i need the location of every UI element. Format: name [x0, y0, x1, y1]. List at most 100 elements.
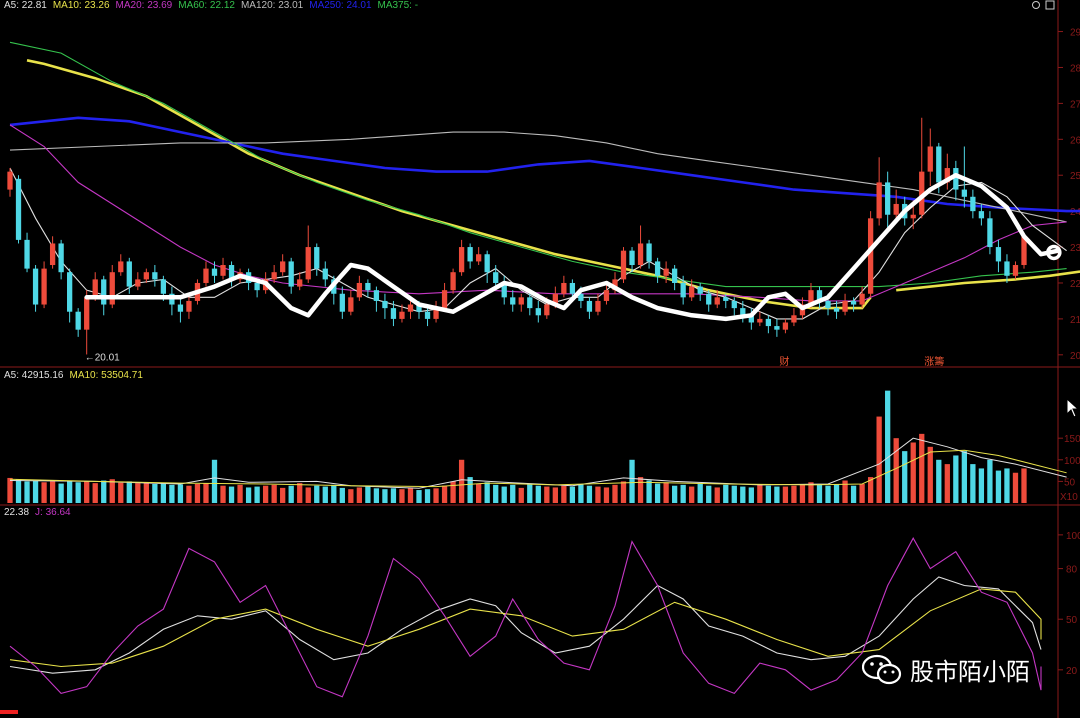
candle [271, 272, 277, 280]
candle [885, 182, 891, 215]
volume-bar [885, 390, 891, 503]
candle [893, 203, 899, 215]
volume-bar [143, 482, 149, 503]
candle [365, 282, 371, 291]
volume-bar [757, 484, 763, 503]
ma-line-ma20 [9, 124, 1067, 302]
volume-tick-label: 100 [1064, 456, 1080, 467]
event-label: 涨籌 [924, 355, 944, 368]
volume-bar [228, 486, 235, 503]
watermark: 股市陌小陌 [862, 652, 1030, 687]
price-tick-label: 21 [1070, 315, 1080, 326]
volume-bar [254, 486, 260, 503]
candle [663, 268, 669, 276]
volume-bar [390, 488, 397, 503]
volume-tick-label: 50 [1064, 477, 1076, 488]
candle [569, 282, 576, 294]
volume-bar [586, 485, 593, 503]
volume-bar [365, 486, 371, 503]
volume-bar [654, 483, 661, 503]
candle [177, 304, 184, 312]
candle [970, 196, 976, 212]
price-tick-label: 25 [1070, 171, 1080, 182]
volume-bar [297, 483, 303, 503]
volume-bar [15, 479, 22, 503]
volume-bar [126, 481, 132, 503]
volume-bar [373, 488, 380, 503]
volume-bar [706, 485, 712, 503]
volume-bar [825, 485, 831, 503]
volume-bar [407, 487, 414, 503]
volume-bar [280, 487, 286, 503]
kdj-tick-label: 50 [1066, 615, 1078, 626]
volume-bar [510, 484, 516, 503]
volume-bar [169, 484, 175, 503]
volume-bar [816, 484, 823, 503]
volume-legend-ma10: MA10: 53504.71 [69, 370, 143, 381]
volume-bar [791, 485, 797, 503]
volume-bar [84, 481, 90, 503]
price-legend-ma10: MA10: 23.26 [52, 0, 110, 11]
volume-bar [953, 455, 959, 503]
candle [995, 247, 1002, 262]
volume-bar [322, 486, 328, 503]
volume-bar [314, 485, 320, 503]
candle [476, 254, 482, 262]
volume-bar [961, 451, 967, 503]
volume-bar [271, 484, 277, 503]
price-tick-label: 29 [1070, 28, 1080, 39]
candle [910, 214, 916, 219]
volume-bar [237, 484, 243, 503]
volume-bar [433, 488, 439, 503]
volume-bar [680, 484, 686, 503]
volume-bar [799, 483, 806, 503]
volume-bar [58, 483, 64, 503]
candle [143, 272, 149, 280]
candle [561, 282, 567, 294]
volume-bar [450, 481, 456, 503]
price-tick-label: 23 [1070, 243, 1080, 254]
volume-bar [850, 485, 857, 503]
maximize-icon [1045, 0, 1055, 10]
candle [152, 272, 158, 280]
candle [135, 279, 141, 287]
candle [731, 300, 737, 309]
candle [322, 268, 328, 280]
price-legend-ma5: A5: 22.81 [4, 0, 47, 11]
volume-bar [1004, 468, 1010, 503]
volume-bar [101, 480, 107, 503]
volume-bar [859, 483, 865, 503]
candle [450, 272, 456, 291]
volume-bar [484, 482, 490, 503]
candle [603, 290, 610, 301]
candle [637, 243, 644, 266]
candle [75, 311, 81, 330]
candle [15, 178, 22, 240]
volume-bar [41, 482, 47, 503]
candle [842, 300, 848, 312]
candle [58, 243, 64, 273]
price-legend-ma120: MA120: 23.01 [240, 0, 304, 11]
volume-bar [186, 485, 192, 503]
low-price-annotation: ←20.01 [85, 352, 120, 363]
volume-bar [552, 487, 558, 503]
candle [101, 279, 107, 305]
candle [32, 268, 39, 305]
candle [160, 279, 167, 294]
candle [671, 268, 678, 283]
candle [305, 247, 311, 280]
volume-bar [535, 485, 541, 503]
volume-bar [603, 487, 610, 503]
volume-bar [944, 464, 950, 503]
candle [382, 300, 388, 309]
candle [390, 308, 397, 319]
candle [348, 297, 354, 312]
candle [493, 272, 499, 283]
stock-chart[interactable]: 20 21 22 23 24 25 26 27 28 29 ←20.01 财 涨籌 50 100 150 X10… [0, 0, 1080, 718]
volume-ma-ma10 [9, 449, 1067, 488]
candle [782, 322, 789, 330]
candle [791, 315, 797, 323]
candle [24, 239, 30, 269]
price-legend-ma20: MA20: 23.69 [115, 0, 173, 11]
volume-bar [927, 446, 933, 503]
